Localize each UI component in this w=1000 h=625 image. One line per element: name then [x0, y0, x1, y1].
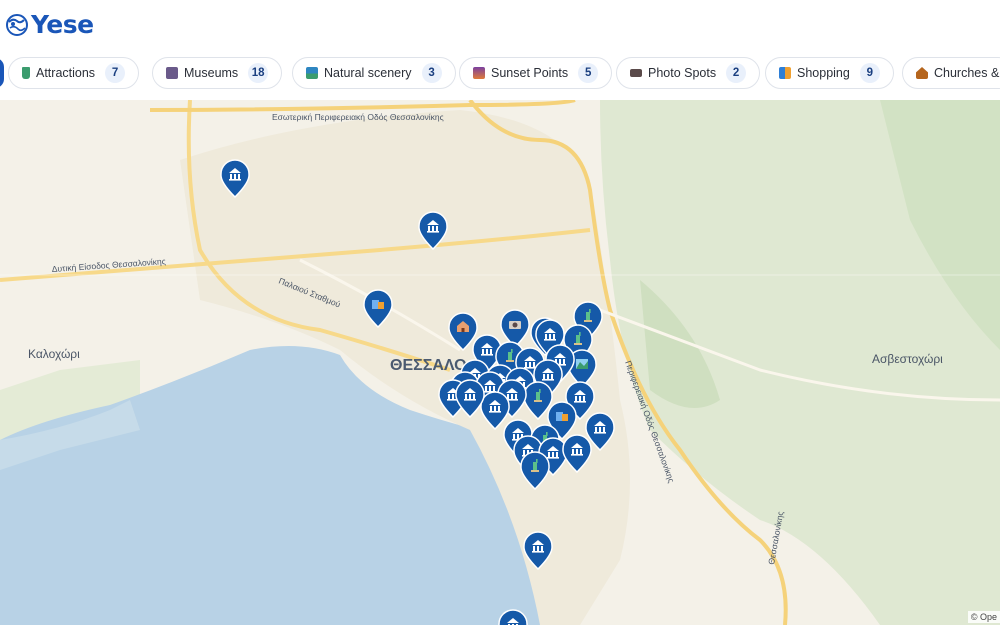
map-label-ring-road: Εσωτερική Περιφερειακή Οδός Θεσσαλονίκης — [272, 112, 444, 122]
chip-count: 2 — [726, 63, 747, 83]
chip-count: 9 — [859, 63, 880, 83]
map-label-kalochori: Καλοχώρι — [28, 347, 80, 361]
map-label-city: ΘΕΣΣΑΛΟ — [390, 357, 467, 374]
all-categories-chip[interactable] — [0, 58, 4, 88]
chip-count: 7 — [105, 63, 126, 83]
chip-label: Sunset Points — [491, 66, 569, 80]
sunset-icon — [473, 67, 485, 79]
chip-count: 5 — [578, 63, 599, 83]
chip-label: Photo Spots — [648, 66, 717, 80]
camera-icon — [630, 69, 642, 77]
photo-icon — [509, 321, 521, 329]
chip-label: Attractions — [36, 66, 96, 80]
map-label-asvestochori: Ασβεστοχώρι — [872, 352, 943, 366]
chip-churches[interactable]: Churches & M — [902, 57, 1000, 89]
map-attribution[interactable]: © Ope — [967, 611, 1000, 623]
logo-text: Yese — [31, 10, 94, 39]
chip-attractions[interactable]: Attractions 7 — [8, 57, 140, 89]
map-svg[interactable]: Εσωτερική Περιφερειακή Οδός Θεσσαλονίκης… — [0, 100, 1000, 625]
app-logo[interactable]: Yese — [4, 10, 94, 39]
chip-count: 3 — [421, 63, 442, 83]
chip-label: Natural scenery — [324, 66, 412, 80]
statue-of-liberty-icon — [22, 67, 30, 79]
category-filter-bar: Attractions 7 Museums 18 Natural scenery… — [0, 48, 1000, 100]
top-header: Yese — [0, 0, 1000, 49]
chip-shopping[interactable]: Shopping 9 — [765, 57, 894, 89]
chip-label: Churches & M — [934, 66, 1000, 80]
shopping-bags-icon — [779, 67, 791, 79]
museum-icon — [166, 67, 178, 79]
chip-label: Shopping — [797, 66, 850, 80]
map-canvas[interactable]: Εσωτερική Περιφερειακή Οδός Θεσσαλονίκης… — [0, 100, 1000, 625]
globe-icon — [6, 13, 28, 36]
chip-sunset-points[interactable]: Sunset Points 5 — [459, 57, 613, 89]
chip-museums[interactable]: Museums 18 — [152, 57, 283, 89]
chip-label: Museums — [184, 66, 239, 80]
church-icon — [916, 67, 928, 79]
chip-photo-spots[interactable]: Photo Spots 2 — [616, 57, 761, 89]
chip-natural-scenery[interactable]: Natural scenery 3 — [292, 57, 456, 89]
mountain-lake-icon — [576, 359, 588, 369]
chip-count: 18 — [248, 63, 269, 83]
mountain-lake-icon — [306, 67, 318, 79]
